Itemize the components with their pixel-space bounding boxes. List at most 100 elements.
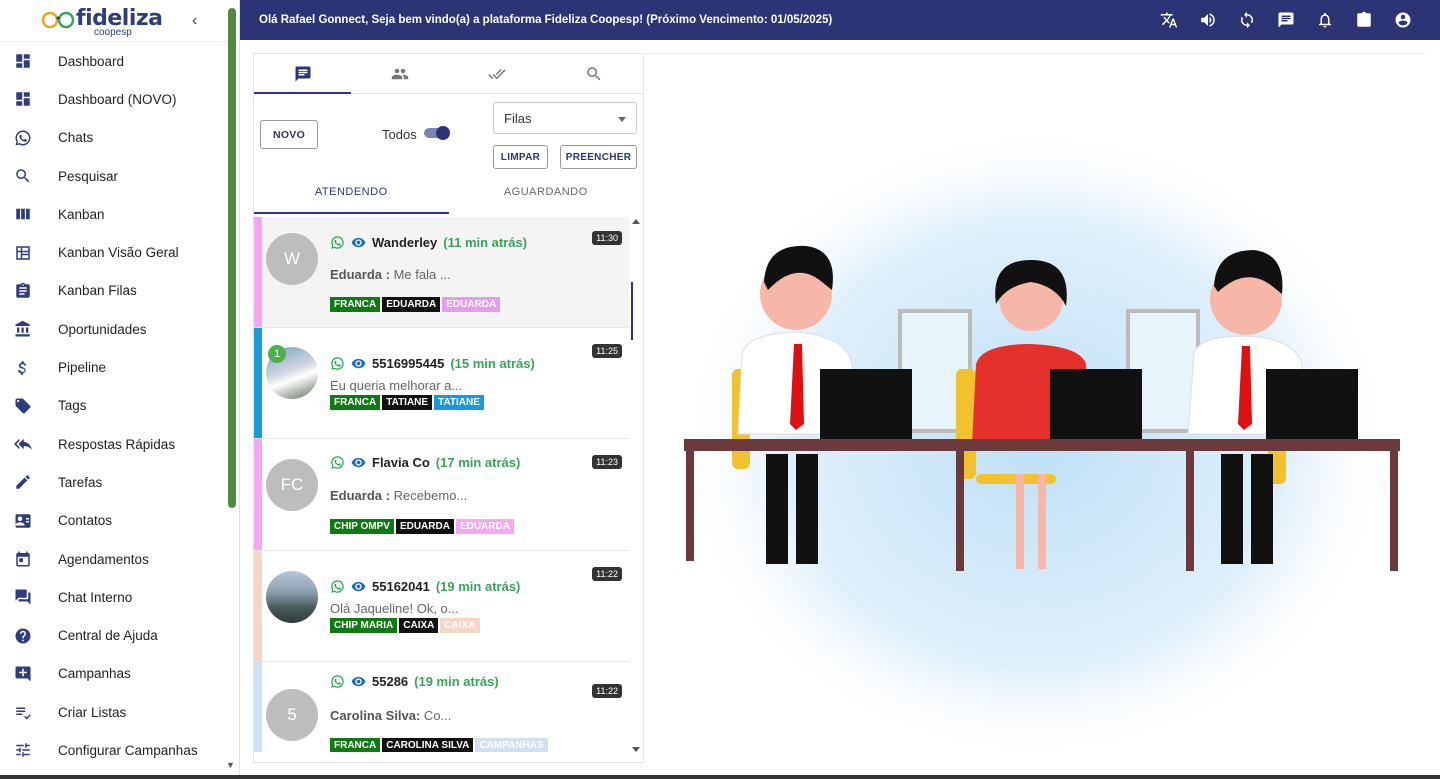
message-time: 11:22 <box>592 567 622 581</box>
message-time: 11:25 <box>592 344 622 358</box>
sidebar-item-label: Contatos <box>58 513 113 529</box>
unread-badge: 1 <box>268 345 286 363</box>
tab-atendendo[interactable]: ATENDENDO <box>254 170 449 214</box>
tag-icon <box>0 397 58 415</box>
chat-item[interactable]: 5 55286 (19 min atrás) 11:22 Carolina Silva:… <box>254 662 629 752</box>
sidebar-scrollbar[interactable] <box>228 8 236 508</box>
sidebar-item-dashboard[interactable]: Dashboard <box>0 42 239 80</box>
calendar-icon <box>0 550 58 568</box>
dashboard-icon <box>0 90 58 108</box>
chat-controls: NOVO Todos Filas LIMPAR PREENCHER <box>254 94 643 170</box>
chat-item[interactable]: FC Flavia Co (17 min atrás) 11:23 Eduarda : … <box>254 439 629 551</box>
tab-chats[interactable] <box>254 54 351 93</box>
sidebar-item-label: Tags <box>58 398 87 414</box>
welcome-message: Olá Rafael Gonnect, Seja bem vindo(a) a … <box>259 14 833 26</box>
filas-select[interactable]: Filas <box>493 102 637 134</box>
sidebar-item-chat-interno[interactable]: Chat Interno <box>0 578 239 616</box>
avatar <box>266 571 318 623</box>
sidebar-item-kanban-filas[interactable]: Kanban Filas <box>0 272 239 310</box>
tune-icon <box>0 741 58 759</box>
tab-search[interactable] <box>546 54 643 93</box>
chat-panel: NOVO Todos Filas LIMPAR PREENCHER ATENDE… <box>253 53 644 763</box>
scroll-down-icon[interactable] <box>632 747 640 752</box>
chat-item[interactable]: W Wanderley (11 min atrás) 11:30 Eduarda : M… <box>254 217 629 328</box>
sidebar-item-label: Criar Listas <box>58 704 127 720</box>
sidebar-item-agendamentos[interactable]: Agendamentos <box>0 540 239 578</box>
brand-sub: coopesp <box>94 27 132 38</box>
tag-badge: TATIANE <box>434 395 484 410</box>
sidebar-item-label: Configurar Campanhas <box>58 742 198 758</box>
todos-toggle[interactable] <box>424 126 450 140</box>
reply-all-icon <box>0 435 58 453</box>
message-text: Me fala ... <box>389 267 451 282</box>
volume-icon[interactable] <box>1198 10 1217 29</box>
sidebar-item-central-de-ajuda[interactable]: Central de Ajuda <box>0 616 239 654</box>
last-message: Eduarda : Recebemo... <box>330 488 467 503</box>
tag-badge: TATIANE <box>382 395 433 410</box>
taskbar-edge <box>0 775 1440 779</box>
scroll-up-icon[interactable] <box>632 219 640 224</box>
sidebar-item-kanban-visao-geral[interactable]: Kanban Visão Geral <box>0 233 239 271</box>
limpar-button[interactable]: LIMPAR <box>493 145 548 169</box>
message-time: 11:30 <box>592 231 622 245</box>
sidebar-item-kanban[interactable]: Kanban <box>0 195 239 233</box>
chat-header: 5516995445 (15 min atrás) <box>330 356 535 371</box>
time-ago: (15 min atrás) <box>450 356 535 371</box>
tag-badge: CAROLINA SILVA <box>382 738 474 752</box>
sidebar-item-pipeline[interactable]: Pipeline <box>0 348 239 386</box>
tag-badge: FRANCA <box>330 395 381 410</box>
sidebar-item-pesquisar[interactable]: Pesquisar <box>0 157 239 195</box>
sidebar-item-label: Agendamentos <box>58 551 149 567</box>
eye-icon[interactable] <box>351 455 366 470</box>
top-bar: Olá Rafael Gonnect, Seja bem vindo(a) a … <box>240 0 1440 40</box>
sidebar: fideliza coopesp ‹ Dashboard Dashboard (N… <box>0 0 240 779</box>
tag-list: FRANCA CAROLINA SILVA CAMPANHAS <box>330 738 548 752</box>
sidebar-item-respostas-rapidas[interactable]: Respostas Rápidas <box>0 425 239 463</box>
novo-button[interactable]: NOVO <box>260 120 318 149</box>
dollar-icon <box>0 359 58 377</box>
eye-icon[interactable] <box>351 674 366 689</box>
tag-badge: EDUARDA <box>442 297 501 312</box>
whatsapp-icon <box>331 675 344 688</box>
preencher-button[interactable]: PREENCHER <box>560 145 637 169</box>
sidebar-item-criar-listas[interactable]: Criar Listas <box>0 693 239 731</box>
help-icon <box>0 627 58 645</box>
search-icon <box>587 66 601 80</box>
sidebar-item-tarefas[interactable]: Tarefas <box>0 463 239 501</box>
tag-badge: CHIP OMPV <box>330 519 394 534</box>
contact-name: 55286 <box>372 674 409 689</box>
contact-name: 5516995445 <box>372 356 445 371</box>
chat-item[interactable]: 1 5516995445 (15 min atrás) 11:25 Eu queria … <box>254 328 629 439</box>
tab-groups[interactable] <box>351 54 448 93</box>
eye-icon[interactable] <box>351 235 366 250</box>
eye-icon[interactable] <box>351 356 366 371</box>
account-icon[interactable] <box>1393 10 1412 29</box>
message-time: 11:23 <box>592 455 622 469</box>
last-message: Eu queria melhorar a... <box>330 378 462 393</box>
message-icon[interactable] <box>1276 10 1295 29</box>
scroll-down-icon[interactable]: ▼ <box>226 760 235 770</box>
notification-icon[interactable] <box>1315 10 1334 29</box>
sync-icon[interactable] <box>1237 10 1256 29</box>
tag-badge: FRANCA <box>330 738 381 752</box>
sidebar-item-contatos[interactable]: Contatos <box>0 502 239 540</box>
chat-list-scrollbar[interactable] <box>631 282 633 340</box>
tab-aguardando[interactable]: AGUARDANDO <box>449 170 644 214</box>
sidebar-item-dashboard-novo[interactable]: Dashboard (NOVO) <box>0 80 239 118</box>
people-icon <box>391 68 409 79</box>
sidebar-item-tags[interactable]: Tags <box>0 387 239 425</box>
sidebar-item-campanhas[interactable]: Campanhas <box>0 655 239 693</box>
chat-item[interactable]: 55162041 (19 min atrás) 11:22 Olá Jaqueline… <box>254 551 629 662</box>
tag-list: CHIP MARIA CAIXA CAIXA <box>330 618 480 633</box>
tab-resolved[interactable] <box>449 54 546 93</box>
tag-list: CHIP OMPV EDUARDA EDUARDA <box>330 519 514 534</box>
translate-icon[interactable] <box>1159 10 1178 29</box>
clipboard-icon[interactable] <box>1354 10 1373 29</box>
sidebar-item-configurar-campanhas[interactable]: Configurar Campanhas <box>0 731 239 769</box>
sidebar-item-oportunidades[interactable]: Oportunidades <box>0 310 239 348</box>
message-text: Olá Jaqueline! Ok, o... <box>330 601 459 616</box>
sidebar-item-chats[interactable]: Chats <box>0 119 239 157</box>
eye-icon[interactable] <box>351 579 366 594</box>
tag-badge: FRANCA <box>330 297 381 312</box>
collapse-sidebar-icon[interactable]: ‹ <box>192 12 197 30</box>
